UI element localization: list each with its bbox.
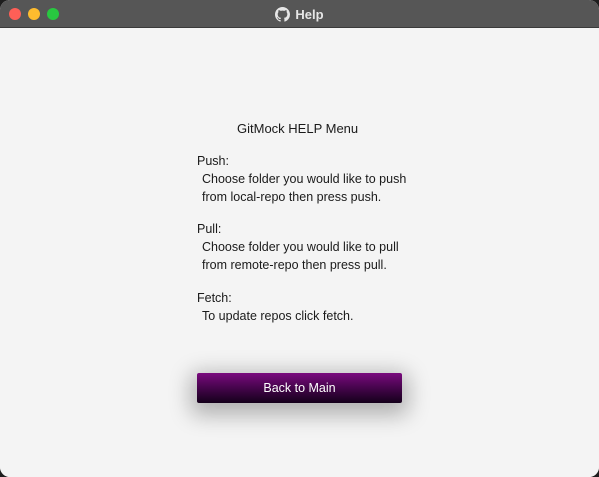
back-to-main-button[interactable]: Back to Main bbox=[197, 373, 402, 403]
fetch-help-label: Fetch: bbox=[197, 291, 232, 305]
window-title: Help bbox=[295, 6, 324, 22]
fetch-help-section: Fetch: To update repos click fetch. bbox=[197, 289, 353, 325]
push-help-line: from local-repo then press push. bbox=[202, 190, 382, 204]
fetch-help-line: To update repos click fetch. bbox=[202, 309, 354, 323]
github-icon bbox=[275, 6, 291, 22]
help-content: GitMock HELP Menu Push: Choose folder yo… bbox=[0, 28, 599, 477]
help-heading: GitMock HELP Menu bbox=[237, 121, 359, 136]
push-help-label: Push: bbox=[197, 154, 229, 168]
push-help-line: Choose folder you would like to push bbox=[202, 172, 407, 186]
pull-help-label: Pull: bbox=[197, 222, 222, 236]
window-title-group: Help bbox=[0, 0, 599, 28]
push-help-section: Push: Choose folder you would like to pu… bbox=[197, 152, 406, 206]
title-bar[interactable]: Help bbox=[0, 0, 599, 28]
pull-help-line: from remote-repo then press pull. bbox=[202, 258, 387, 272]
help-window: Help GitMock HELP Menu Push: Choose fold… bbox=[0, 0, 599, 477]
pull-help-section: Pull: Choose folder you would like to pu… bbox=[197, 220, 399, 274]
pull-help-line: Choose folder you would like to pull bbox=[202, 240, 399, 254]
